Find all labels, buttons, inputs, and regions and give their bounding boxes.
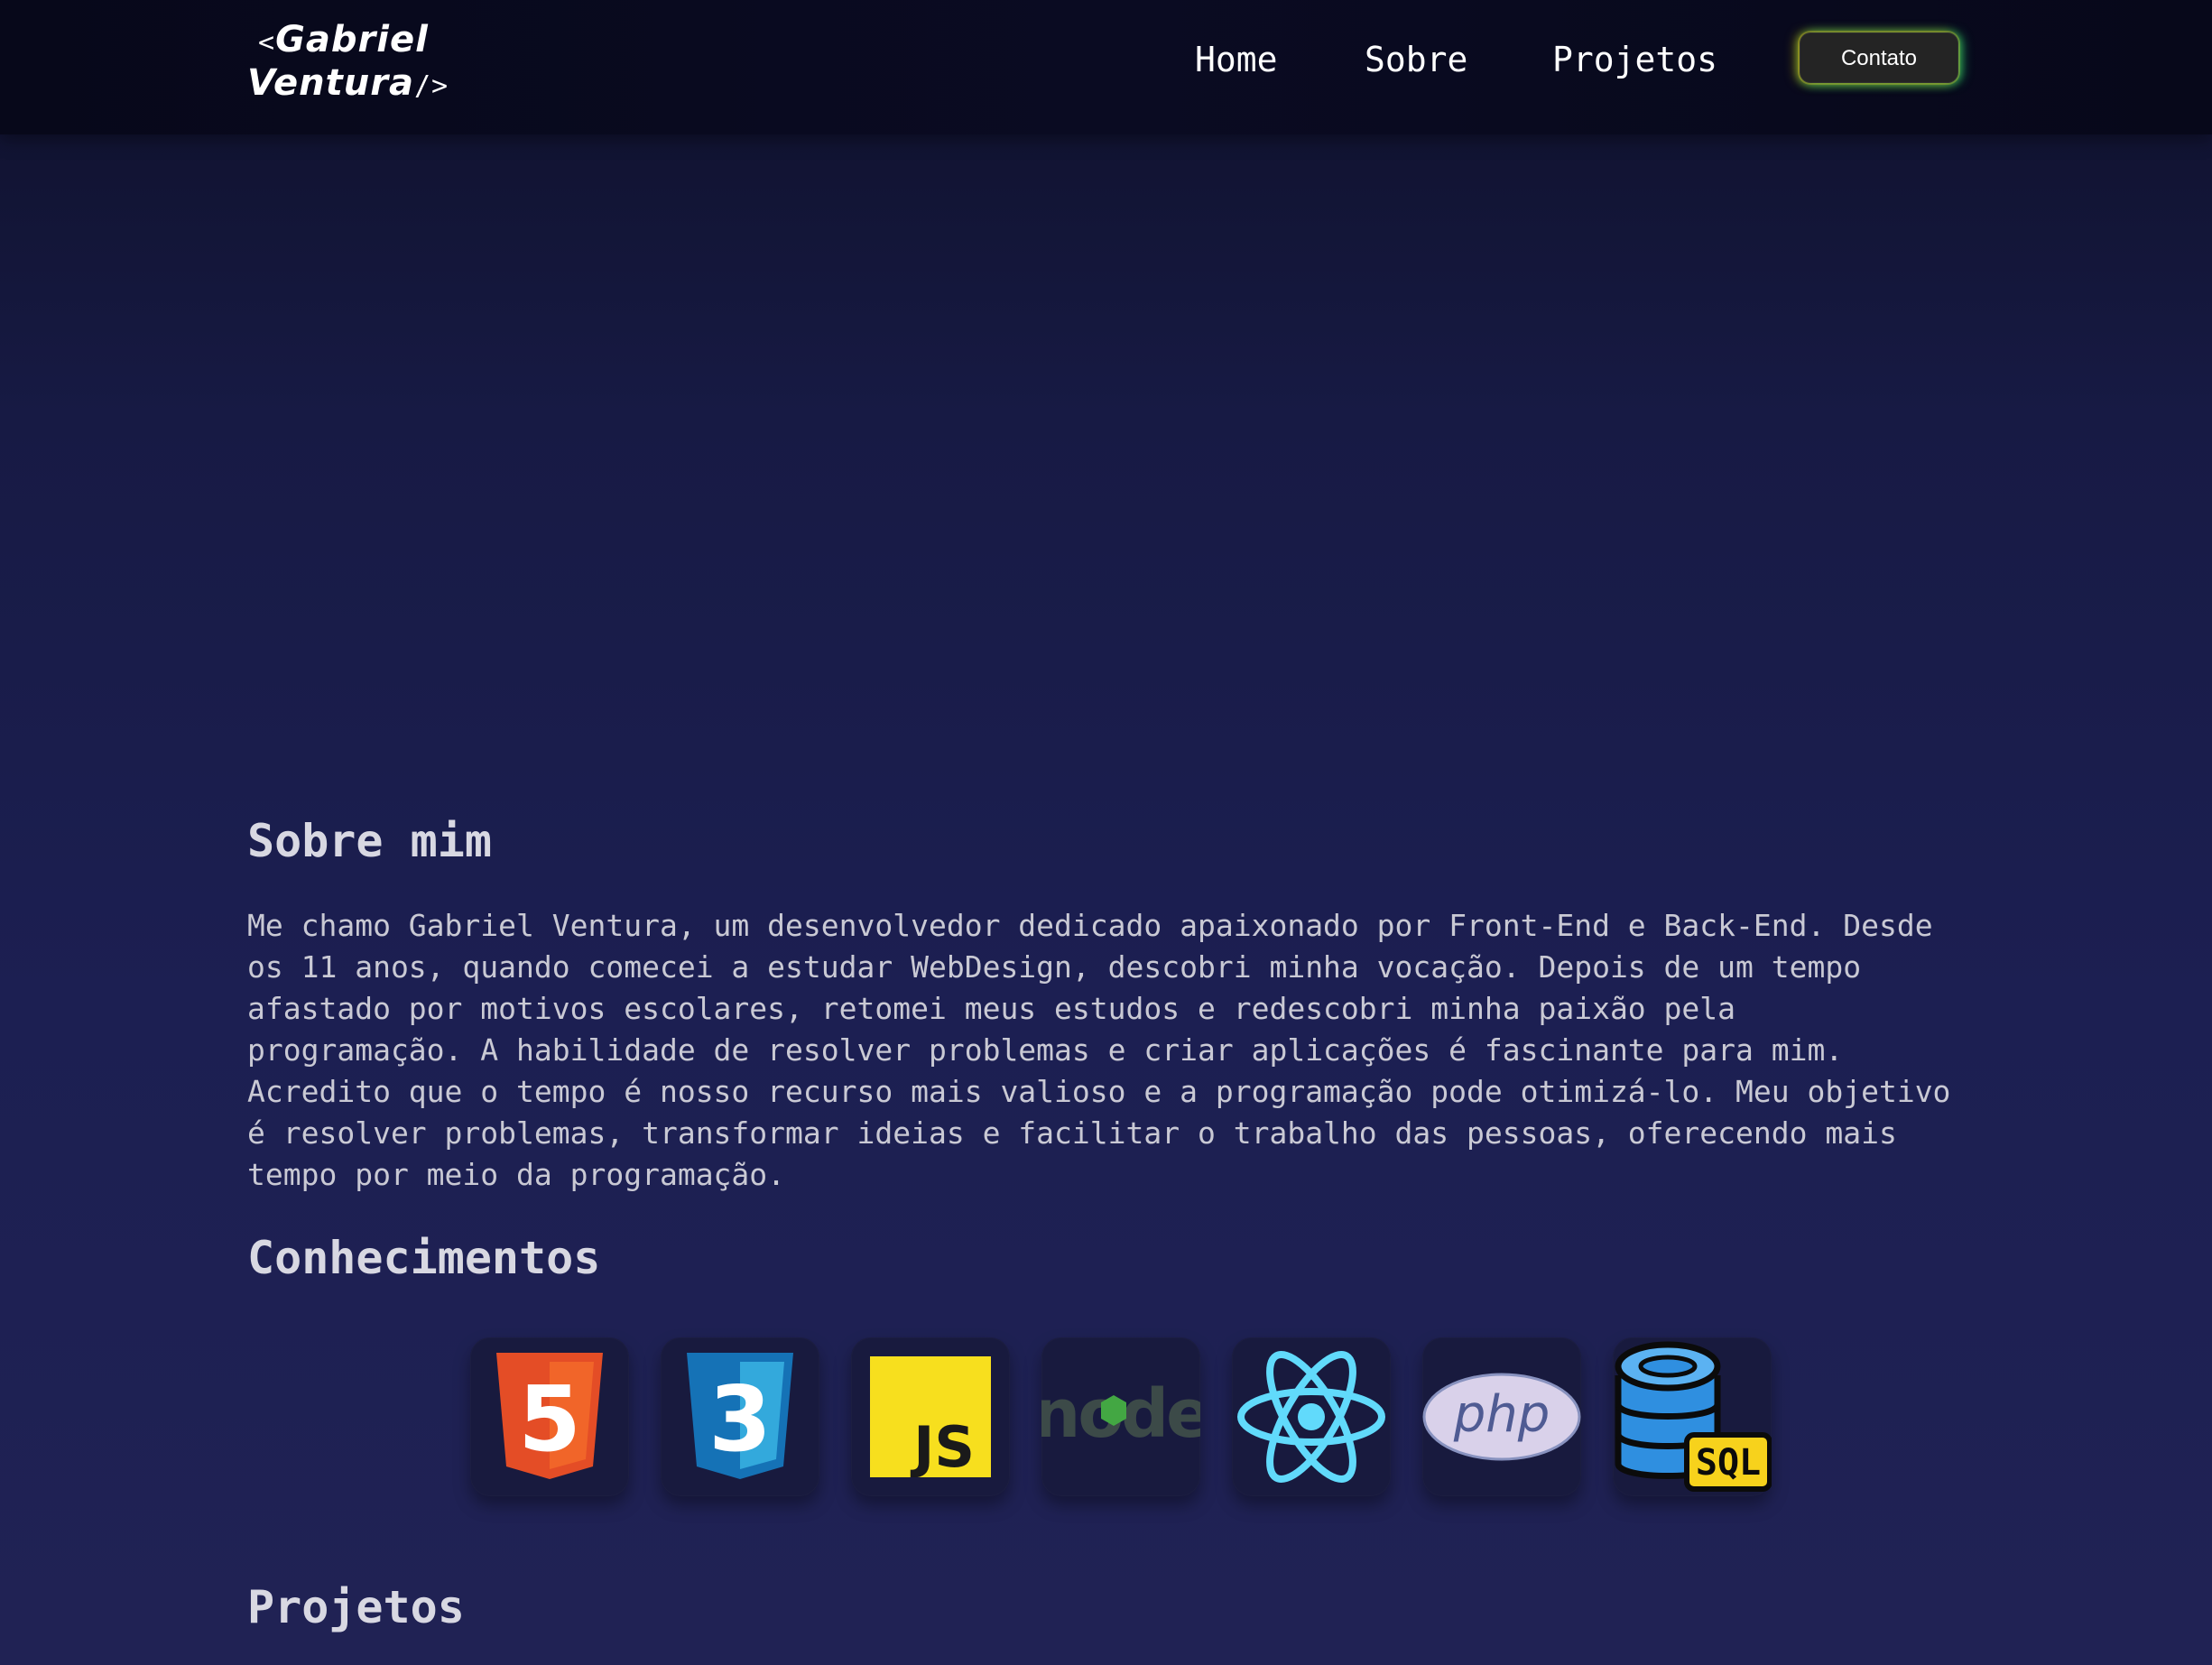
sql-database-icon: SQL <box>1615 1341 1772 1492</box>
php-icon: php <box>1422 1373 1581 1461</box>
logo-open-bracket: < <box>258 27 276 59</box>
about-line: Me chamo Gabriel Ventura, um desenvolved… <box>247 908 1933 943</box>
skill-card-css3[interactable]: 3 <box>661 1337 819 1496</box>
about-line: os 11 anos, quando comecei a estudar Web… <box>247 949 1862 985</box>
logo-close-bracket: /> <box>413 70 449 102</box>
portfolio-page: <Gabriel Ventura/> Home Sobre Projetos C… <box>0 0 2212 1665</box>
skills-grid: 5 3 JS node <box>470 1337 1779 1500</box>
site-logo[interactable]: <Gabriel Ventura/> <box>247 20 449 106</box>
about-title: Sobre mim <box>247 815 492 867</box>
skill-card-html5[interactable]: 5 <box>470 1337 629 1496</box>
skills-title: Conhecimentos <box>247 1232 601 1284</box>
svg-text:3: 3 <box>708 1366 772 1472</box>
logo-first-name: Gabriel <box>275 19 429 60</box>
svg-text:JS: JS <box>910 1414 975 1477</box>
skill-card-react[interactable] <box>1232 1337 1391 1496</box>
skill-card-nodejs[interactable]: node <box>1041 1337 1200 1496</box>
about-paragraph: Me chamo Gabriel Ventura, um desenvolved… <box>247 905 2016 1196</box>
about-line: Acredito que o tempo é nosso recurso mai… <box>247 1074 1951 1109</box>
svg-text:php: php <box>1453 1385 1550 1444</box>
about-line: tempo por meio da programação. <box>247 1157 786 1192</box>
nav-link-projetos[interactable]: Projetos <box>1552 34 1717 85</box>
nodejs-icon: node <box>1041 1375 1200 1453</box>
skill-card-php[interactable]: php <box>1422 1337 1581 1496</box>
top-navbar: <Gabriel Ventura/> Home Sobre Projetos C… <box>0 0 2212 134</box>
about-line: é resolver problemas, transformar ideias… <box>247 1115 1897 1151</box>
nav-link-sobre[interactable]: Sobre <box>1365 34 1467 85</box>
about-line: afastado por motivos escolares, retomei … <box>247 991 1736 1026</box>
projects-title: Projetos <box>247 1581 465 1633</box>
about-line: programação. A habilidade de resolver pr… <box>247 1032 1844 1068</box>
svg-text:SQL: SQL <box>1696 1442 1761 1484</box>
javascript-icon: JS <box>870 1356 991 1477</box>
skill-card-sql[interactable]: SQL <box>1613 1337 1772 1496</box>
contact-button[interactable]: Contato <box>1800 32 1958 83</box>
html5-icon: 5 <box>496 1353 603 1479</box>
nav-link-home[interactable]: Home <box>1195 34 1278 85</box>
react-icon <box>1237 1351 1385 1483</box>
css3-icon: 3 <box>687 1353 793 1479</box>
skill-card-javascript[interactable]: JS <box>851 1337 1010 1496</box>
logo-last-name: Ventura <box>247 62 414 104</box>
svg-text:5: 5 <box>518 1366 581 1472</box>
